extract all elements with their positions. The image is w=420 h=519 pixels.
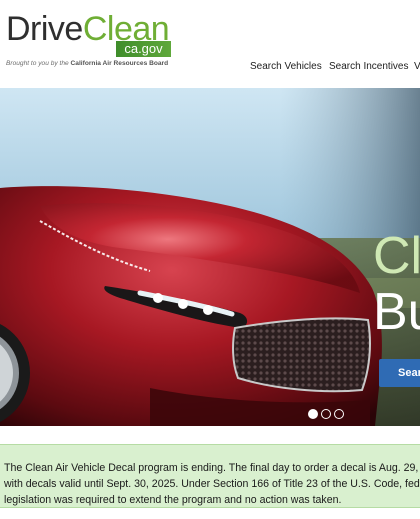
nav-search-vehicles[interactable]: Search Vehicles xyxy=(250,58,322,76)
hero-carousel: Cl Bu Sear xyxy=(0,88,420,426)
hero-heading-line1: Cl xyxy=(373,227,420,285)
carousel-dot-2[interactable] xyxy=(321,409,331,419)
logo-cagov-badge: ca.gov xyxy=(116,41,171,57)
logo-drive-text: Drive xyxy=(6,10,83,48)
alert-text: The Clean Air Vehicle Decal program is e… xyxy=(4,462,420,506)
decal-program-alert: The Clean Air Vehicle Decal program is e… xyxy=(0,444,420,508)
carousel-indicators xyxy=(308,409,348,421)
hero-heading-line2: Bu xyxy=(373,283,420,341)
hero-search-button[interactable]: Sear xyxy=(379,359,420,387)
nav-item-truncated[interactable]: V xyxy=(414,58,420,76)
carousel-dot-1[interactable] xyxy=(308,409,318,419)
page: DriveClean ca.gov Brought to you by the … xyxy=(0,0,420,519)
carousel-dot-3[interactable] xyxy=(334,409,344,419)
main-nav: Search Vehicles Search Incentives V xyxy=(0,58,420,76)
nav-search-incentives[interactable]: Search Incentives xyxy=(329,58,409,76)
hero-image xyxy=(0,88,420,426)
site-header: DriveClean ca.gov Brought to you by the … xyxy=(0,0,420,88)
